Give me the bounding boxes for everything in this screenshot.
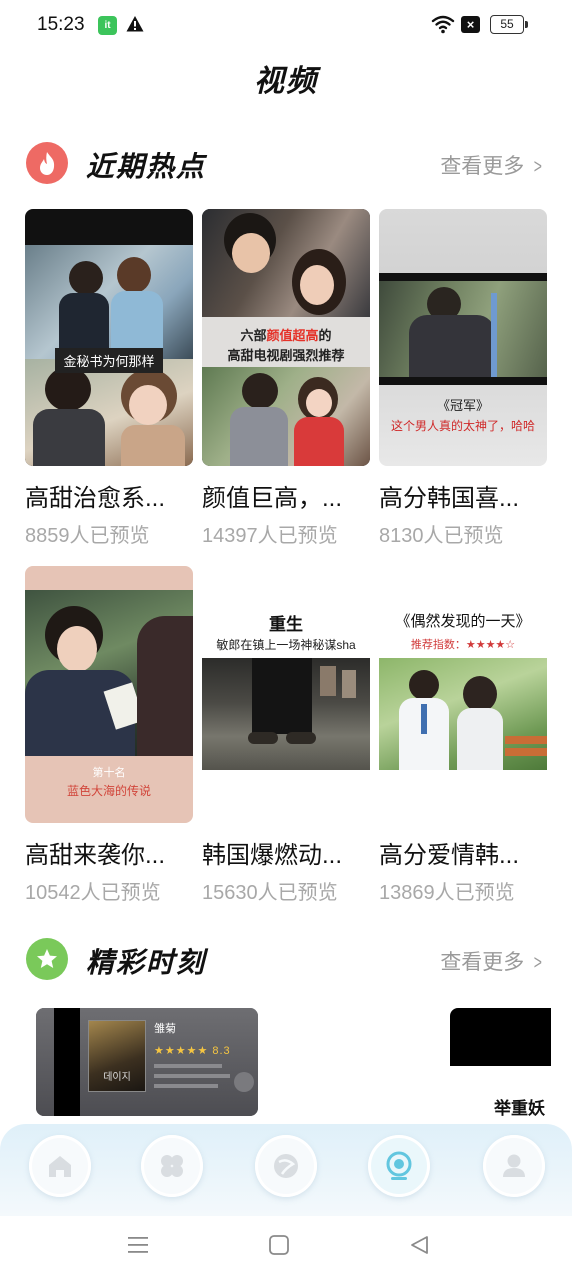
- page-title: 视频: [254, 65, 318, 98]
- close-notification-icon: ×: [461, 16, 480, 33]
- thumbnail-caption: 金秘书为何那样: [55, 348, 163, 373]
- video-title: 高分爱情韩...: [379, 842, 520, 869]
- hot-section-header: 近期热点 查看更多 >: [0, 142, 572, 192]
- video-view-count: 8130人已预览: [379, 525, 504, 547]
- thumbnail-caption-line1: 六部颜值超高的: [202, 325, 370, 344]
- warning-icon: [126, 16, 144, 32]
- video-view-count: 15630人已预览: [202, 882, 338, 904]
- thumbnail-caption-line1: 重生: [269, 615, 303, 634]
- bottom-nav: [0, 1124, 572, 1216]
- nav-discover-button[interactable]: [255, 1135, 317, 1197]
- video-thumbnail[interactable]: 《冠军》 这个男人真的太神了，哈哈: [379, 209, 547, 466]
- video-card[interactable]: 《冠军》 这个男人真的太神了，哈哈 高分韩国喜... 8130人已预览: [379, 209, 547, 548]
- highlight-view-more-link[interactable]: 查看更多 >: [440, 946, 544, 976]
- video-thumbnail[interactable]: 重生 敏郎在镇上一场神秘谋sha: [202, 566, 370, 823]
- video-view-count: 13869人已预览: [379, 882, 515, 904]
- status-time: 15:23: [37, 14, 85, 35]
- video-card[interactable]: 金秘书为何那样 高甜治愈系... 8859人已预览: [25, 209, 193, 548]
- nav-profile-button[interactable]: [483, 1135, 545, 1197]
- highlight-section-title: 精彩时刻: [86, 947, 207, 978]
- video-thumbnail[interactable]: 第十名 蓝色大海的传说: [25, 566, 193, 823]
- thumbnail-caption-line1: 《冠军》: [436, 398, 489, 413]
- app-notification-icon: it: [98, 16, 117, 35]
- rating-stars: ★★★★★ 8.3: [154, 1045, 231, 1057]
- thumbnail-caption-line2: 推荐指数：★★★★☆: [410, 639, 516, 651]
- home-icon: [49, 1156, 71, 1177]
- caption-highlight: 颜值超高: [266, 328, 319, 343]
- video-view-count: 10542人已预览: [25, 882, 161, 904]
- movie-name: 雏菊: [154, 1023, 176, 1035]
- caption-text: 六部: [240, 328, 267, 343]
- video-title: 高分韩国喜...: [379, 485, 520, 512]
- video-icon: [386, 1151, 412, 1180]
- battery-icon: 55: [490, 15, 528, 34]
- chevron-right-icon: >: [534, 156, 543, 178]
- video-thumbnail[interactable]: 《偶然发现的一天》 推荐指数：★★★★☆: [379, 566, 547, 823]
- highlight-card[interactable]: 举重妖: [450, 1008, 551, 1116]
- highlight-caption: 举重妖: [494, 1099, 545, 1116]
- view-more-label: 查看更多: [440, 155, 525, 178]
- video-title: 高甜治愈系...: [25, 485, 166, 512]
- video-thumbnail[interactable]: 六部颜值超高的 高甜电视剧强烈推荐: [202, 209, 370, 466]
- caption-text: 的: [318, 328, 332, 343]
- back-icon[interactable]: [408, 1234, 430, 1256]
- nav-apps-button[interactable]: [141, 1135, 203, 1197]
- highlight-card[interactable]: 데이지 雏菊 ★★★★★ 8.3: [36, 1008, 258, 1116]
- profile-icon: [503, 1154, 525, 1177]
- video-view-count: 14397人已预览: [202, 525, 338, 547]
- wifi-icon: [431, 15, 455, 34]
- video-view-count: 8859人已预览: [25, 525, 150, 547]
- rating-value: 8.3: [212, 1045, 231, 1057]
- thumbnail-caption-line1: 第十名: [92, 767, 126, 779]
- video-card[interactable]: 六部颜值超高的 高甜电视剧强烈推荐 颜值巨高，... 14397人已预览: [202, 209, 370, 548]
- highlight-section-header: 精彩时刻 查看更多 >: [0, 938, 572, 988]
- video-card[interactable]: 第十名 蓝色大海的传说 高甜来袭你... 10542人已预览: [25, 566, 193, 905]
- video-title: 高甜来袭你...: [25, 842, 166, 869]
- thumbnail-caption-line2: 高甜电视剧强烈推荐: [227, 348, 345, 363]
- thumbnail-caption-line2: 蓝色大海的传说: [66, 784, 151, 798]
- discover-icon: [274, 1154, 298, 1178]
- video-thumbnail[interactable]: 金秘书为何那样: [25, 209, 193, 466]
- video-title: 颜值巨高，...: [202, 485, 343, 512]
- video-card[interactable]: 重生 敏郎在镇上一场神秘谋sha 韩国爆燃动... 15630人已预览: [202, 566, 370, 905]
- system-nav-bar: [0, 1216, 572, 1280]
- video-title: 韩国爆燃动...: [202, 842, 343, 869]
- nav-home-button[interactable]: [29, 1135, 91, 1197]
- poster-text: 데이지: [103, 1072, 131, 1083]
- hot-section-title: 近期热点: [86, 151, 207, 182]
- hot-view-more-link[interactable]: 查看更多 >: [440, 150, 544, 180]
- status-bar: 15:23 it × 55: [0, 0, 572, 52]
- star-icon: [26, 938, 68, 980]
- view-more-label: 查看更多: [440, 951, 525, 974]
- menu-icon[interactable]: [127, 1234, 149, 1256]
- nav-video-button[interactable]: [368, 1135, 430, 1197]
- chevron-right-icon: >: [534, 952, 543, 974]
- thumbnail-caption-line1: 《偶然发现的一天》: [395, 613, 531, 630]
- thumbnail-caption-line2: 敏郎在镇上一场神秘谋sha: [216, 638, 356, 652]
- apps-icon: [161, 1155, 183, 1177]
- video-card[interactable]: 《偶然发现的一天》 推荐指数：★★★★☆ 高分爱情韩... 13869人已预览: [379, 566, 547, 905]
- flame-icon: [26, 142, 68, 184]
- home-square-icon[interactable]: [268, 1234, 290, 1256]
- thumbnail-caption-line2: 这个男人真的太神了，哈哈: [390, 419, 535, 433]
